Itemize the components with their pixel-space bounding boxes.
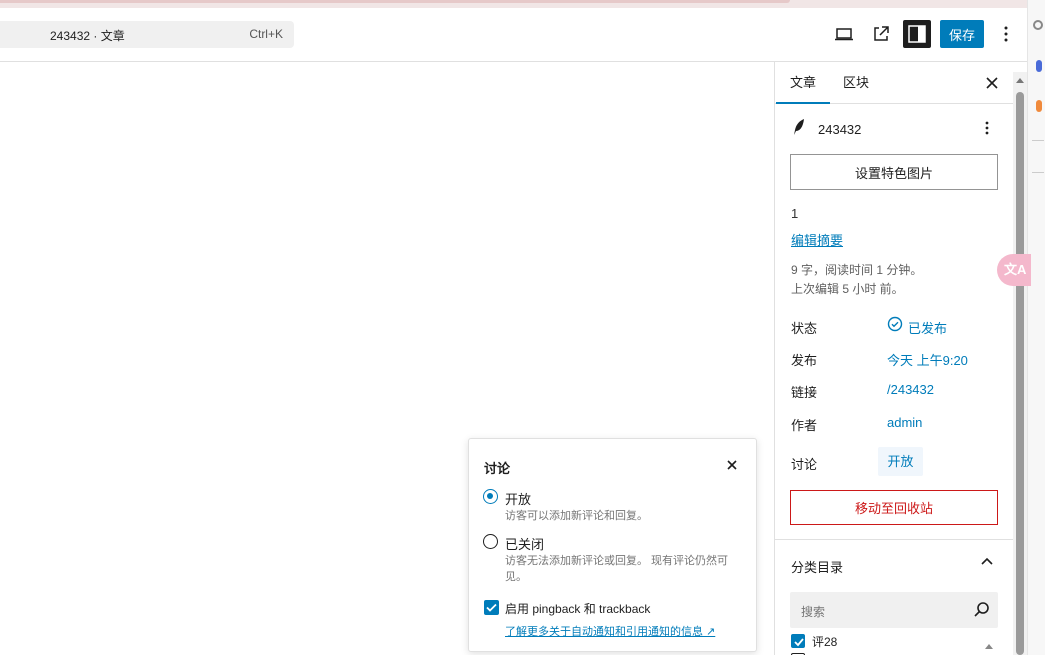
checkmark-icon (794, 638, 804, 647)
browser-side-panel (1027, 0, 1045, 655)
word-count-info: 9 字，阅读时间 1 分钟。 (791, 263, 923, 277)
scroll-up-arrow-icon[interactable] (1016, 78, 1024, 83)
extension-orange-icon[interactable] (1036, 100, 1042, 112)
tab-post[interactable]: 文章 (776, 62, 830, 104)
permalink-value[interactable]: /243432 (887, 382, 934, 397)
post-actions-more-icon[interactable] (977, 118, 997, 138)
post-title: 243432 (818, 122, 862, 137)
excerpt-text: 1 (791, 206, 799, 221)
sidebar-tabs: 文章 区块 (775, 62, 1015, 104)
category-checkbox-checked[interactable] (791, 634, 805, 648)
set-featured-image-button[interactable]: 设置特色图片 (790, 154, 998, 190)
last-edited-info: 上次编辑 5 小时 前。 (791, 282, 904, 296)
option-open-label: 开放 (505, 492, 532, 507)
settings-sidebar-toggle[interactable] (903, 20, 931, 48)
document-title: 243432 · 文章 (50, 29, 125, 43)
browser-top-strip (0, 0, 1045, 8)
desktop-preview-icon[interactable] (832, 22, 856, 46)
radio-closed[interactable] (483, 534, 498, 549)
publish-date-value[interactable]: 今天 上午9:20 (887, 350, 968, 369)
checkmark-icon (486, 603, 497, 612)
pingback-label: 启用 pingback 和 trackback (505, 602, 651, 616)
author-label: 作者 (791, 418, 818, 433)
category-list-scroll-up-icon[interactable] (985, 644, 993, 649)
settings-sidebar: 文章 区块 243432 设置特色图片 1 编辑摘要 9 字，阅读时间 1 分钟… (774, 62, 1027, 655)
search-icon (974, 602, 989, 617)
publish-label: 发布 (791, 353, 818, 368)
chevron-up-icon[interactable] (977, 552, 997, 572)
option-closed-label: 已关闭 (505, 537, 545, 552)
browser-search-icon[interactable] (1033, 20, 1043, 30)
edit-excerpt-link[interactable]: 编辑摘要 (791, 230, 843, 249)
category-label: 评28 (812, 635, 838, 649)
popover-title: 讨论 (484, 461, 511, 476)
author-value[interactable]: admin (887, 415, 922, 430)
discussion-toggle[interactable]: 开放 (878, 447, 923, 476)
radio-open[interactable] (483, 489, 498, 504)
keyboard-shortcut: Ctrl+K (249, 27, 283, 41)
status-label: 状态 (791, 321, 818, 336)
extension-blue-icon[interactable] (1036, 60, 1042, 72)
option-open-help: 访客可以添加新评论和回复。 (505, 510, 648, 522)
editor-toolbar: 243432 · 文章 Ctrl+K 保存 (0, 8, 1027, 62)
post-quill-icon (794, 119, 804, 135)
options-more-icon[interactable] (994, 22, 1018, 46)
discussion-label: 讨论 (791, 457, 818, 472)
save-button[interactable]: 保存 (940, 20, 984, 48)
move-to-trash-button[interactable]: 移动至回收站 (790, 490, 998, 525)
link-label: 链接 (791, 385, 818, 400)
scrollbar-thumb[interactable] (1016, 92, 1024, 655)
discussion-popover: 讨论 开放 访客可以添加新评论和回复。 已关闭 访客无法添加新评论或回复。 现有… (468, 438, 757, 652)
category-search-input[interactable]: 搜索 (790, 592, 998, 628)
divider (1032, 140, 1044, 141)
close-icon[interactable] (723, 456, 741, 474)
option-closed-help: 访客无法添加新评论或回复。 现有评论仍然可见。 (505, 555, 729, 583)
category-search-placeholder: 搜索 (801, 605, 826, 619)
translate-extension-button[interactable]: 文A (997, 254, 1031, 286)
external-link-icon[interactable] (869, 22, 893, 46)
learn-more-link[interactable]: 了解更多关于自动通知和引用通知的信息 ↗ (505, 623, 715, 639)
sidebar-toggle-icon (908, 25, 926, 43)
tab-block[interactable]: 区块 (829, 62, 883, 104)
published-check-icon (887, 316, 903, 332)
panel-divider (775, 539, 1015, 540)
status-value[interactable]: 已发布 (908, 318, 947, 337)
categories-panel-title[interactable]: 分类目录 (791, 557, 843, 576)
sidebar-scrollbar[interactable] (1013, 72, 1027, 655)
pingback-checkbox[interactable] (484, 600, 499, 615)
divider (1032, 172, 1044, 173)
command-palette-bar[interactable]: 243432 · 文章 Ctrl+K (0, 21, 294, 48)
close-icon[interactable] (982, 73, 1002, 93)
browser-tab-strip (0, 0, 790, 3)
